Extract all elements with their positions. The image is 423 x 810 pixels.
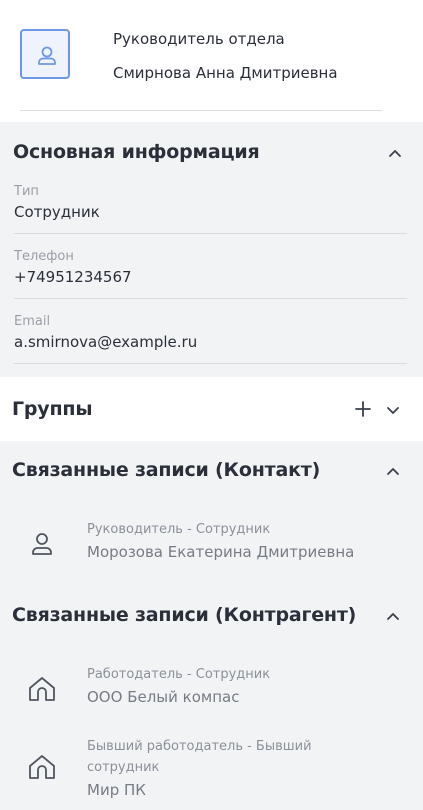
related-name-link[interactable]: ООО Белый компас — [87, 688, 239, 706]
related-name-link[interactable]: Морозова Екатерина Дмитриевна — [87, 543, 354, 561]
field-value[interactable]: +74951234567 — [14, 268, 407, 286]
groups-title: Группы — [12, 398, 93, 420]
related-role: Работодатель - Сотрудник — [87, 667, 271, 682]
related-role: Руководитель - Сотрудник — [87, 522, 271, 537]
main-info-title: Основная информация — [13, 141, 260, 163]
chevron-up-icon[interactable] — [385, 143, 405, 163]
field-email: Email a.smirnova@example.ru — [14, 314, 407, 351]
home-icon — [29, 677, 55, 701]
home-icon — [29, 755, 55, 779]
header-divider — [20, 110, 382, 111]
field-label: Тип — [14, 184, 39, 199]
field-value[interactable]: a.smirnova@example.ru — [14, 333, 407, 351]
plus-icon[interactable] — [354, 400, 372, 418]
record-name: Смирнова Анна Дмитриевна — [113, 64, 338, 82]
chevron-up-icon[interactable] — [383, 606, 403, 626]
field-label: Email — [14, 314, 51, 329]
field-label: Телефон — [14, 249, 74, 264]
chevron-up-icon[interactable] — [383, 461, 403, 481]
field-type: Тип Сотрудник — [14, 184, 407, 221]
record-role: Руководитель отдела — [113, 30, 285, 48]
chevron-down-icon[interactable] — [383, 400, 403, 420]
user-icon — [32, 533, 52, 555]
related-contact-title: Связанные записи (Контакт) — [12, 459, 321, 481]
related-role: Бывший работодатель - Бывший — [87, 739, 312, 754]
related-name-link[interactable]: Мир ПК — [87, 781, 146, 799]
field-phone: Телефон +74951234567 — [14, 249, 407, 286]
record-header: Руководитель отдела Смирнова Анна Дмитри… — [0, 0, 423, 122]
field-divider — [14, 233, 407, 234]
field-divider — [14, 298, 407, 299]
avatar — [20, 29, 70, 79]
field-divider — [14, 363, 407, 364]
related-counterparty-title: Связанные записи (Контрагент) — [12, 604, 357, 626]
user-icon — [38, 46, 56, 65]
related-role-continued: сотрудник — [87, 760, 160, 775]
field-value[interactable]: Сотрудник — [14, 203, 407, 221]
